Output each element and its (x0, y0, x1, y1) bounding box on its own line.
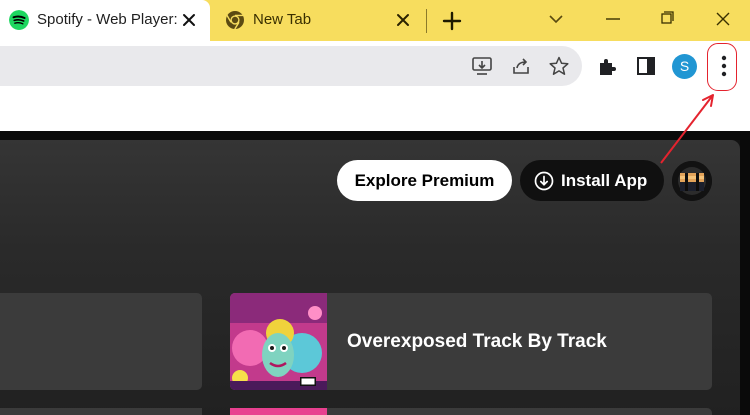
share-icon[interactable] (510, 55, 532, 77)
tab-separator (426, 9, 427, 33)
tab-spotify[interactable]: Spotify - Web Player: (0, 0, 210, 41)
bookmark-star-icon[interactable] (548, 55, 570, 77)
shortcut-card[interactable] (230, 408, 712, 415)
album-cover (230, 293, 327, 390)
shortcut-card-overexposed[interactable]: Overexposed Track By Track (230, 293, 712, 390)
spotify-page: Explore Premium Install App Overexposed … (0, 140, 740, 415)
shortcut-card[interactable] (0, 408, 202, 415)
install-icon[interactable] (471, 55, 493, 77)
explore-premium-label: Explore Premium (354, 170, 495, 190)
main-view: Explore Premium Install App Overexposed … (0, 140, 740, 415)
close-icon[interactable] (394, 11, 412, 29)
page-edge (740, 140, 750, 415)
profile-avatar[interactable]: S (672, 54, 697, 79)
install-app-label: Install App (561, 170, 648, 190)
tab-new-tab[interactable]: New Tab (212, 0, 424, 41)
explore-premium-button[interactable]: Explore Premium (337, 160, 512, 201)
close-window-icon[interactable] (710, 8, 736, 30)
spotify-icon (9, 10, 29, 30)
album-cover (230, 408, 327, 415)
browser-toolbar: S (0, 41, 750, 91)
tab-strip: Spotify - Web Player: New Tab (0, 0, 750, 41)
extensions-puzzle-icon[interactable] (597, 55, 619, 77)
address-bar[interactable] (0, 46, 582, 86)
card-title: Overexposed Track By Track (347, 331, 607, 352)
chevron-down-icon[interactable] (543, 8, 569, 30)
tab-title: Spotify - Web Player: (37, 11, 177, 28)
user-avatar[interactable] (672, 161, 712, 201)
minimize-icon[interactable] (600, 8, 626, 30)
side-panel-icon[interactable] (635, 55, 657, 77)
download-circle-icon (534, 171, 554, 190)
page-top-border (0, 131, 750, 140)
chrome-icon (226, 11, 244, 30)
install-app-button[interactable]: Install App (520, 160, 664, 201)
new-tab-plus-icon[interactable] (440, 9, 464, 33)
menu-highlight-box (707, 43, 737, 91)
shortcut-card[interactable] (0, 293, 202, 390)
tab-title: New Tab (253, 11, 312, 28)
close-icon[interactable] (180, 11, 198, 29)
restore-icon[interactable] (654, 8, 680, 30)
user-photo (672, 161, 712, 201)
